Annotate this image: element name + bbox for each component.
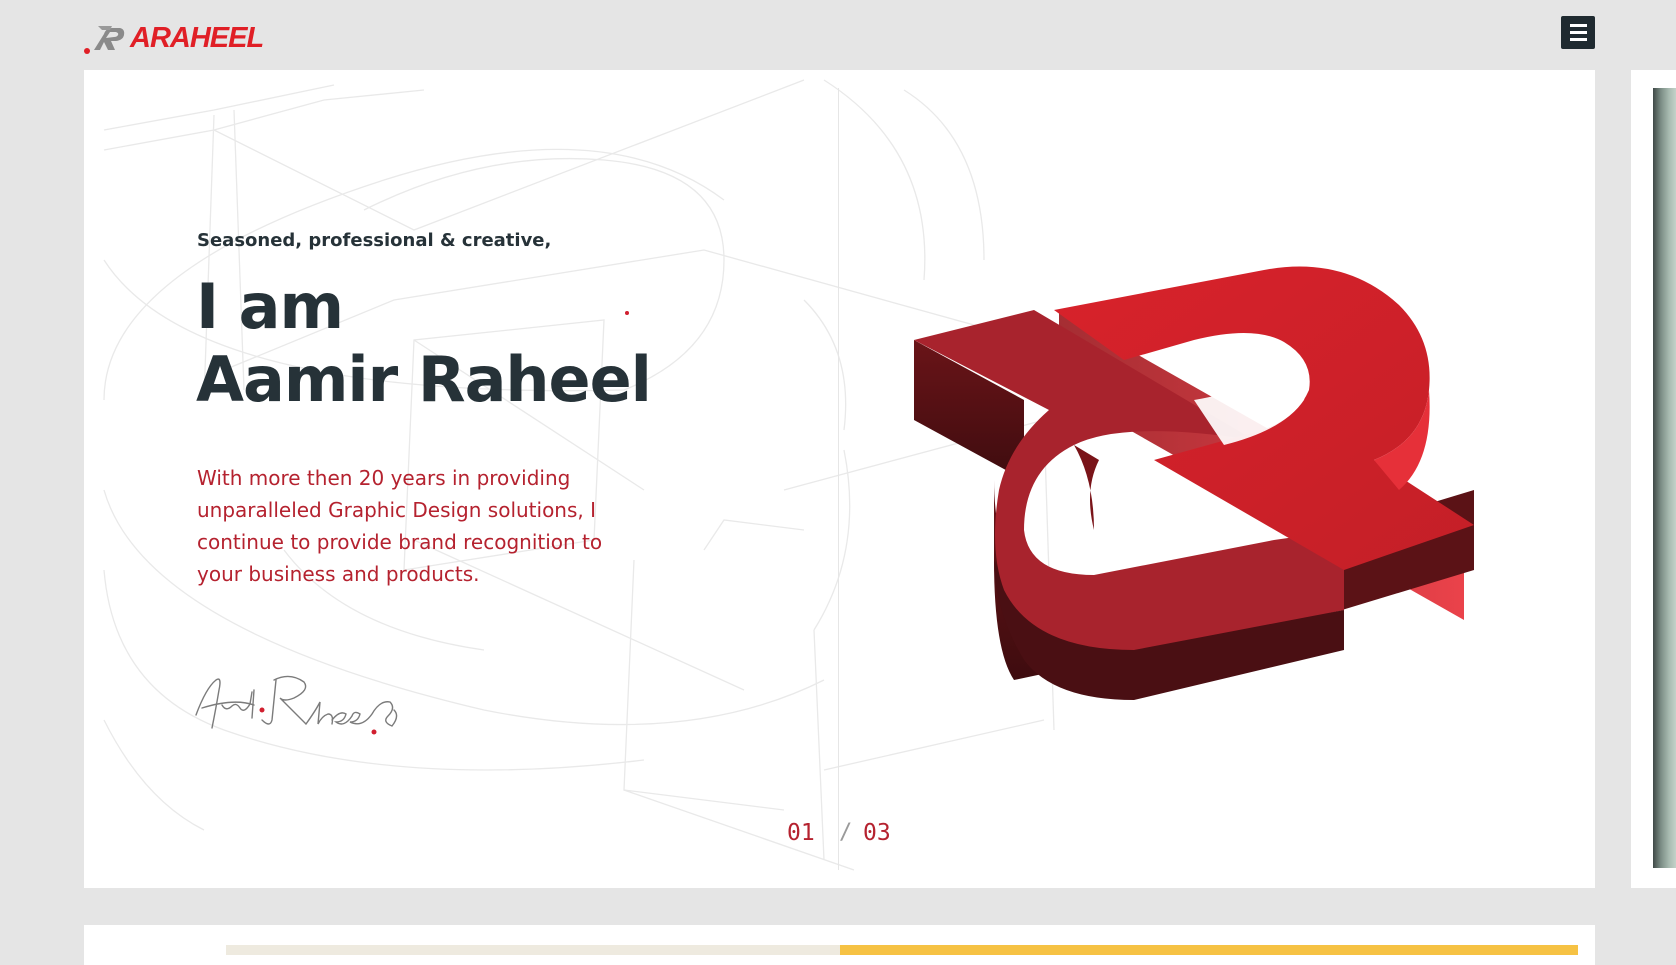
site-logo[interactable]: ARAHEEL: [84, 20, 264, 56]
hamburger-menu-button[interactable]: [1561, 16, 1595, 49]
hero-slide: Seasoned, professional & creative, I am …: [84, 70, 1595, 888]
hero-intro: With more then 20 years in providing unp…: [197, 466, 603, 586]
signature-image: [195, 675, 398, 735]
accent-dot: [625, 311, 629, 315]
section-accent-strip: [840, 945, 1578, 955]
next-section-preview: [84, 925, 1595, 965]
next-slide-preview[interactable]: [1631, 70, 1676, 888]
headline-line-2: Aamir Raheel: [196, 343, 652, 416]
hero-headline: I am Aamir Raheel: [196, 270, 652, 416]
section-image-strip: [226, 945, 840, 955]
slide-total: 03: [863, 820, 891, 846]
3d-logo-mark: [914, 266, 1474, 700]
hero-eyebrow: Seasoned, professional & creative,: [197, 230, 552, 251]
site-header: ARAHEEL: [0, 0, 1676, 70]
slide-separator: /: [839, 820, 853, 845]
vertical-divider: [838, 88, 839, 870]
slide-counter: 01 / 03: [787, 820, 957, 850]
headline-line-1: I am: [196, 270, 344, 343]
logo-text: ARAHEEL: [130, 21, 264, 54]
next-slide-image: [1653, 88, 1676, 868]
slide-current: 01: [787, 820, 815, 846]
logo-mark-icon: [84, 20, 126, 56]
hamburger-menu-icon: [1569, 24, 1587, 27]
